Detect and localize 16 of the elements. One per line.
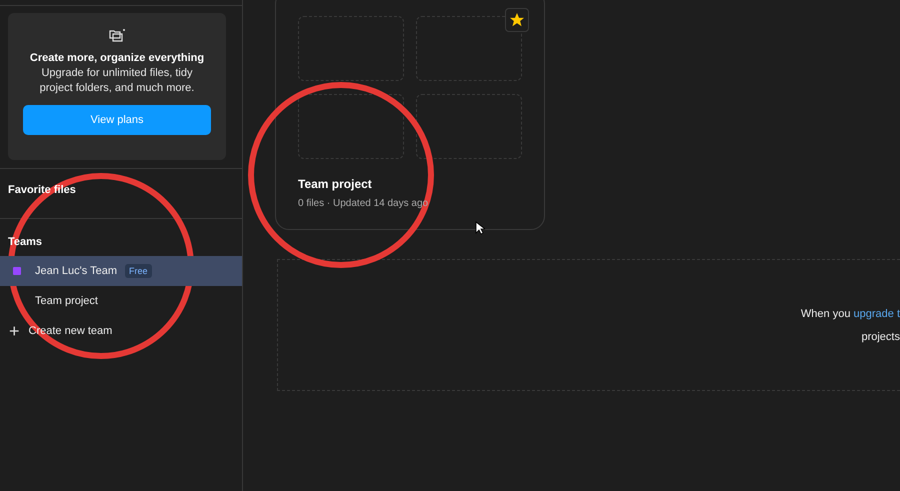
upgrade-notice-text: projects xyxy=(861,330,900,342)
star-button[interactable] xyxy=(505,8,529,32)
cursor-icon xyxy=(475,221,485,235)
star-icon xyxy=(510,13,524,27)
project-title: Team project xyxy=(298,177,373,191)
upgrade-title: Create more, organize everything xyxy=(30,52,204,64)
plus-icon: + xyxy=(9,320,20,342)
plan-badge: Free xyxy=(125,264,152,278)
upgrade-link[interactable]: upgrade t xyxy=(854,308,900,320)
team-item[interactable]: Jean Luc's Team Free xyxy=(0,256,242,286)
team-name: Team project xyxy=(35,295,98,307)
team-item[interactable]: Team project xyxy=(0,286,242,316)
upgrade-notice-text: When you upgrade t xyxy=(800,308,900,320)
folders-icon xyxy=(108,28,126,44)
team-name: Jean Luc's Team xyxy=(35,265,118,277)
upgrade-text: Upgrade for unlimited files, tidy project folders, and much more. xyxy=(38,66,196,96)
